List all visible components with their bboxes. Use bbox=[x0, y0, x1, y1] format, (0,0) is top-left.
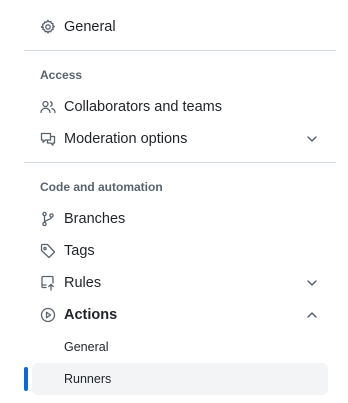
sidebar-item-branches[interactable]: Branches bbox=[24, 203, 328, 235]
chevron-up-icon[interactable] bbox=[304, 307, 320, 323]
gear-icon bbox=[40, 19, 56, 35]
sidebar-item-collaborators[interactable]: Collaborators and teams bbox=[24, 91, 328, 123]
people-icon bbox=[40, 99, 56, 115]
sidebar-item-tags[interactable]: Tags bbox=[24, 235, 328, 267]
divider bbox=[24, 162, 336, 163]
comment-discussion-icon bbox=[40, 131, 56, 147]
tag-icon bbox=[40, 243, 56, 259]
sidebar-item-label: General bbox=[64, 19, 116, 35]
sidebar-item-label: Rules bbox=[64, 275, 102, 291]
sidebar-subitem-actions-general[interactable]: General bbox=[32, 331, 328, 363]
sidebar-item-general[interactable]: General bbox=[24, 11, 328, 43]
sidebar-item-label: Tags bbox=[64, 243, 95, 259]
sidebar-item-label: Actions bbox=[64, 307, 118, 323]
section-heading-code-automation: Code and automation bbox=[40, 180, 163, 194]
sidebar-item-actions[interactable]: Actions bbox=[24, 299, 328, 331]
divider bbox=[24, 50, 336, 51]
play-icon bbox=[40, 307, 56, 323]
sidebar-item-label: Collaborators and teams bbox=[64, 99, 222, 115]
sidebar-item-moderation[interactable]: Moderation options bbox=[24, 123, 328, 155]
sidebar-subitem-label: General bbox=[64, 340, 109, 354]
settings-sidebar: General Access Collaborators and teams M… bbox=[0, 0, 348, 403]
chevron-down-icon[interactable] bbox=[304, 275, 320, 291]
repo-push-icon bbox=[40, 275, 56, 291]
sidebar-subitem-label: Runners bbox=[64, 372, 112, 386]
git-branch-icon bbox=[40, 211, 56, 227]
active-indicator bbox=[24, 367, 28, 391]
sidebar-item-rules[interactable]: Rules bbox=[24, 267, 328, 299]
chevron-down-icon[interactable] bbox=[304, 131, 320, 147]
sidebar-item-label: Moderation options bbox=[64, 131, 188, 147]
sidebar-subitem-actions-runners[interactable]: Runners bbox=[32, 363, 328, 395]
section-heading-access: Access bbox=[40, 68, 83, 82]
sidebar-item-label: Branches bbox=[64, 211, 126, 227]
